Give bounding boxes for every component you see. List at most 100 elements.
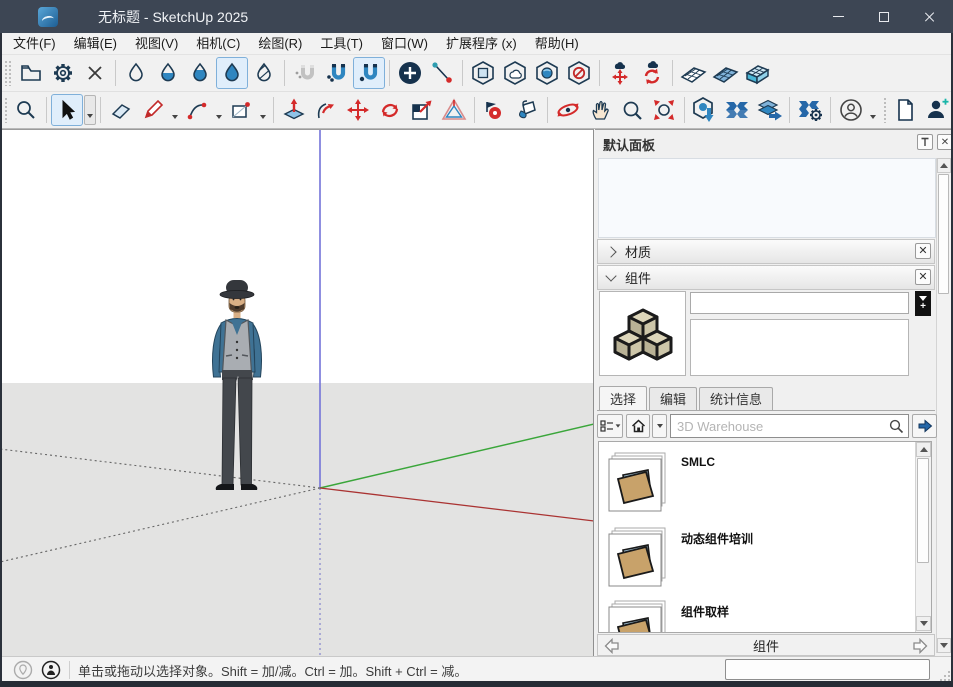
menu-camera[interactable]: 相机(C) [187,33,249,55]
measurement-input[interactable] [725,659,930,680]
terrain-box-button[interactable] [741,57,773,89]
scroll-down-button[interactable] [916,616,931,631]
materials-section-header[interactable]: 材质 [597,239,935,264]
scroll-up-button[interactable] [916,442,931,457]
warehouse-search-input[interactable] [670,414,909,438]
arc-tool-dropdown[interactable] [213,95,225,125]
minimize-button[interactable] [815,0,861,33]
axes-tool-button[interactable] [479,94,511,126]
move-tool-button[interactable] [342,94,374,126]
cloud-move-button[interactable] [604,57,636,89]
tray-pin-button[interactable] [917,134,933,150]
menu-draw[interactable]: 绘图(R) [249,33,311,55]
tray-scrollbar[interactable] [936,158,951,653]
extension-manager-button[interactable] [794,94,826,126]
terrain-grid-button[interactable] [677,57,709,89]
settings-button[interactable] [47,57,79,89]
select-tool-button[interactable] [51,94,83,126]
magnet-button[interactable] [321,57,353,89]
nav-back-button[interactable] [604,638,620,654]
pushpull-tool-button[interactable] [278,94,310,126]
maximize-button[interactable] [861,0,907,33]
terrain-tilted-button[interactable] [709,57,741,89]
tab-edit[interactable]: 编辑 [649,387,697,411]
scroll-down-button[interactable] [937,638,951,653]
eraser-tool-button[interactable] [105,94,137,126]
account-dropdown[interactable] [867,95,879,125]
list-item-smlc[interactable]: SMLC [605,451,715,513]
tray-header[interactable]: 默认面板 [595,132,953,157]
menu-help[interactable]: 帮助(H) [526,33,588,55]
magnet-active-button[interactable] [353,57,385,89]
geolocation-button[interactable] [13,660,33,680]
droplet-full-button[interactable] [216,57,248,89]
menu-tools[interactable]: 工具(T) [311,33,372,55]
navigation-dropdown[interactable] [652,414,667,438]
toolbar-grip[interactable] [883,97,886,123]
hex-cloud-button[interactable] [499,57,531,89]
paint-bucket-button[interactable] [511,94,543,126]
arc-tool-button[interactable] [181,94,213,126]
line-tool-button[interactable] [137,94,169,126]
credits-button[interactable] [41,660,61,680]
zoom-tool-button[interactable] [616,94,648,126]
cloud-sync-button[interactable] [636,57,668,89]
rotate-tool-button[interactable] [374,94,406,126]
droplet-most-button[interactable] [184,57,216,89]
followme-tool-button[interactable] [310,94,342,126]
component-description[interactable] [690,319,909,376]
droplet-outline-button[interactable] [120,57,152,89]
polyline-button[interactable] [426,57,458,89]
tab-select[interactable]: 选择 [599,386,647,411]
secondary-pane-button[interactable]: + [915,291,931,316]
rectangle-tool-button[interactable] [225,94,257,126]
search-tool-button[interactable] [10,94,42,126]
menu-edit[interactable]: 编辑(E) [65,33,126,55]
list-item-dynamic-training[interactable]: 动态组件培训 [605,526,753,588]
new-document-button[interactable] [889,94,921,126]
scroll-up-button[interactable] [937,158,951,173]
close-button[interactable] [907,0,953,33]
sign-in-button[interactable] [921,94,953,126]
add-circle-button[interactable] [394,57,426,89]
line-tool-dropdown[interactable] [169,95,181,125]
components-list-scrollbar[interactable] [915,442,931,632]
pan-tool-button[interactable] [584,94,616,126]
open-folder-button[interactable] [15,57,47,89]
menu-view[interactable]: 视图(V) [126,33,187,55]
orbit-tool-button[interactable] [552,94,584,126]
list-item-sampling[interactable]: 组件取样 [605,599,729,633]
view-options-button[interactable] [597,414,623,438]
components-close-button[interactable]: ✕ [915,269,931,285]
account-button[interactable] [835,94,867,126]
modeling-viewport[interactable] [0,129,594,656]
menu-window[interactable]: 窗口(W) [372,33,437,55]
tab-statistics[interactable]: 统计信息 [699,387,773,411]
hex-box-button[interactable] [467,57,499,89]
nav-forward-button[interactable] [912,638,928,654]
magnet-disabled-button[interactable] [289,57,321,89]
hex-sphere-button[interactable] [531,57,563,89]
toolbar-grip[interactable] [4,97,7,123]
browse-forward-button[interactable] [912,414,937,438]
components-section-header[interactable]: 组件 [597,265,935,290]
toolbar-grip[interactable] [4,60,12,86]
delete-button[interactable] [79,57,111,89]
scrollbar-thumb[interactable] [917,458,929,563]
component-preview[interactable] [599,291,686,376]
droplet-half-button[interactable] [152,57,184,89]
materials-close-button[interactable]: ✕ [915,243,931,259]
rectangle-tool-dropdown[interactable] [257,95,269,125]
select-tool-dropdown[interactable] [84,95,96,125]
scrollbar-thumb[interactable] [938,174,949,294]
zoom-extents-button[interactable] [648,94,680,126]
hex-disabled-button[interactable] [563,57,595,89]
offset-tool-button[interactable] [438,94,470,126]
home-button[interactable] [626,414,650,438]
warehouse-download-button[interactable] [689,94,721,126]
menu-extensions[interactable]: 扩展程序 (x) [437,33,526,55]
share-component-button[interactable] [753,94,785,126]
component-name-input[interactable] [690,292,909,314]
extension-warehouse-button[interactable] [721,94,753,126]
droplet-hatched-button[interactable] [248,57,280,89]
